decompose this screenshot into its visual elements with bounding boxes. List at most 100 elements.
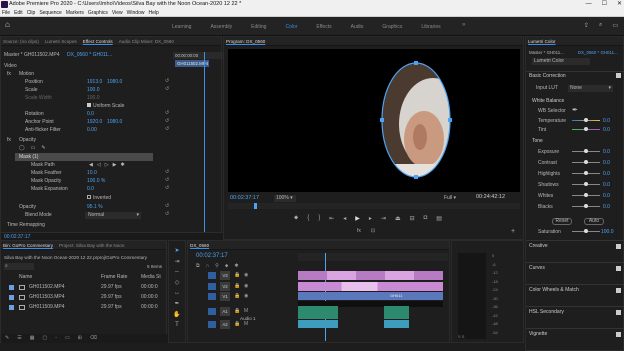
razor-tool-icon[interactable]: ◇ bbox=[175, 279, 180, 286]
rectangle-mask-icon[interactable]: ▭ bbox=[31, 144, 36, 152]
anti-flicker-value[interactable]: 0.00 bbox=[87, 126, 97, 134]
menu-sequence[interactable]: Sequence bbox=[39, 9, 62, 16]
wrench-icon[interactable]: ✱ bbox=[234, 263, 238, 269]
track-back-one-icon[interactable]: ◁ bbox=[97, 161, 101, 169]
workspace-tab-assembly[interactable]: Assembly bbox=[210, 24, 232, 30]
type-tool-icon[interactable]: T bbox=[175, 322, 179, 328]
tone-whites-value[interactable]: 0.0 bbox=[603, 192, 610, 200]
program-timecode[interactable]: 00:02:37:17 bbox=[230, 195, 259, 201]
basic-correction-checkbox[interactable] bbox=[616, 73, 621, 78]
v2-clip[interactable] bbox=[298, 282, 443, 291]
lumetri-section-2[interactable]: Color Wheels & Match bbox=[526, 284, 624, 295]
ripple-edit-tool-icon[interactable]: ⇔ bbox=[174, 269, 180, 275]
col-name[interactable]: Name bbox=[19, 273, 32, 281]
step-back-icon[interactable]: ◂ bbox=[343, 215, 346, 222]
rotation-value[interactable]: 0.0 bbox=[87, 110, 94, 118]
scale-value[interactable]: 100.0 bbox=[87, 86, 100, 94]
workspace-tab-libraries[interactable]: Libraries bbox=[421, 24, 440, 30]
new-item-icon[interactable]: ⊞ bbox=[78, 334, 82, 343]
program-time-ruler[interactable] bbox=[228, 203, 520, 209]
mute-icon[interactable]: M bbox=[244, 307, 248, 316]
share-icon[interactable]: ⇪ bbox=[584, 22, 589, 29]
track-target-button[interactable]: V2 bbox=[220, 282, 230, 291]
more-workspaces-icon[interactable]: » bbox=[462, 22, 465, 28]
col-media-start[interactable]: Media St bbox=[141, 273, 161, 281]
saturation-value[interactable]: 100.0 bbox=[601, 228, 614, 236]
menu-file[interactable]: File bbox=[2, 9, 10, 16]
wrench-icon[interactable]: ✱ bbox=[120, 161, 124, 169]
trash-icon[interactable]: ⌫ bbox=[90, 334, 97, 343]
tone-shadows-slider-handle[interactable] bbox=[584, 182, 588, 186]
project-search-input[interactable]: ⌕ bbox=[4, 263, 34, 270]
tab-audio-clip-mixer[interactable]: Audio Clip Mixer: DX_0560 bbox=[119, 39, 174, 44]
track-source-patch[interactable] bbox=[208, 293, 216, 300]
go-to-in-icon[interactable]: ⇤ bbox=[329, 215, 334, 222]
go-to-out-icon[interactable]: ⇥ bbox=[381, 215, 386, 222]
tint-value[interactable]: 0.0 bbox=[603, 126, 610, 134]
lock-icon[interactable]: 🔒 bbox=[234, 320, 240, 329]
tint-slider-handle[interactable] bbox=[584, 127, 588, 131]
tone-blacks-value[interactable]: 0.0 bbox=[603, 203, 610, 211]
basic-correction-header[interactable]: Basic Correction bbox=[526, 71, 624, 80]
export-frame-icon[interactable]: ◘ bbox=[424, 215, 428, 222]
reset-icon[interactable]: ↺ bbox=[165, 177, 169, 183]
lock-icon[interactable]: 🔒 bbox=[234, 307, 240, 316]
workspace-tab-editing[interactable]: Editing bbox=[251, 24, 266, 30]
a1-clip-1[interactable] bbox=[298, 306, 338, 319]
selection-tool-icon[interactable]: ➤ bbox=[174, 247, 179, 254]
tab-effect-controls[interactable]: Effect Controls bbox=[83, 39, 113, 44]
uniform-scale-checkbox[interactable]: Uniform Scale bbox=[87, 102, 124, 110]
reset-icon[interactable]: ↺ bbox=[165, 110, 169, 116]
menu-help[interactable]: Help bbox=[148, 9, 158, 16]
lumetri-section-checkbox[interactable] bbox=[616, 266, 621, 271]
a1-clip-2[interactable] bbox=[384, 306, 409, 319]
lumetri-section-0[interactable]: Creative bbox=[526, 240, 624, 251]
lumetri-clip-label[interactable]: DX_0560 * GH011... bbox=[578, 49, 618, 57]
track-backward-icon[interactable]: ◀ bbox=[89, 161, 93, 169]
lumetri-section-1[interactable]: Curves bbox=[526, 262, 624, 273]
mute-icon[interactable]: M bbox=[244, 320, 248, 329]
reset-icon[interactable]: ↺ bbox=[165, 86, 169, 92]
tab-lumetri-color[interactable]: Lumetri Color bbox=[528, 39, 556, 44]
time-remapping-label[interactable]: Time Remapping bbox=[7, 221, 45, 229]
tone-contrast-value[interactable]: 0.0 bbox=[603, 159, 610, 167]
slip-tool-icon[interactable]: ↔ bbox=[174, 290, 180, 296]
workspace-tab-color[interactable]: Color bbox=[285, 24, 297, 30]
mask-expansion-value[interactable]: 0.0 bbox=[87, 185, 94, 193]
tone-highlights-value[interactable]: 0.0 bbox=[603, 170, 610, 178]
video-frame[interactable] bbox=[228, 49, 520, 192]
mask-selected-row[interactable]: Mask (1) bbox=[15, 153, 153, 161]
menu-graphics[interactable]: Graphics bbox=[88, 9, 108, 16]
track-forward-one-icon[interactable]: ▷ bbox=[105, 161, 109, 169]
temperature-value[interactable]: 0.0 bbox=[603, 117, 610, 125]
motion-label[interactable]: Motion bbox=[19, 70, 34, 78]
lumetri-section-checkbox[interactable] bbox=[616, 332, 621, 337]
tab-source[interactable]: Source: (no clips) bbox=[3, 39, 39, 44]
lock-icon[interactable]: 🔒 bbox=[234, 282, 240, 291]
lumetri-section-checkbox[interactable] bbox=[616, 288, 621, 293]
add-button-icon[interactable]: + bbox=[511, 228, 515, 235]
tab-project[interactable]: Project: Silva Bay with the Noon bbox=[59, 243, 124, 248]
eye-icon[interactable]: ◉ bbox=[244, 282, 248, 291]
mask-opacity-value[interactable]: 100.0 % bbox=[87, 177, 105, 185]
reset-button[interactable]: Reset bbox=[552, 218, 572, 225]
add-marker-icon[interactable]: ⬥ bbox=[225, 263, 229, 269]
timeline-ruler[interactable] bbox=[298, 253, 448, 261]
reset-icon[interactable]: ↺ bbox=[165, 169, 169, 175]
minimize-button[interactable]: — bbox=[586, 0, 592, 9]
inverted-checkbox[interactable]: Inverted bbox=[87, 194, 111, 202]
position-x-value[interactable]: 1913.0 bbox=[87, 78, 102, 86]
hand-tool-icon[interactable]: ✋ bbox=[173, 311, 180, 318]
timeline-timecode[interactable]: 00:02:37:17 bbox=[196, 253, 228, 259]
maximize-button[interactable]: ☐ bbox=[602, 0, 607, 9]
menu-edit[interactable]: Edit bbox=[14, 9, 23, 16]
program-title[interactable]: Program: DX_0560 bbox=[226, 39, 265, 44]
comparison-view-icon[interactable]: ▤ bbox=[436, 215, 442, 222]
workspace-tab-audio[interactable]: Audio bbox=[351, 24, 364, 30]
auto-button[interactable]: Auto bbox=[584, 218, 604, 225]
opacity-value[interactable]: 95.1 % bbox=[87, 203, 103, 211]
ellipse-mask-icon[interactable]: ◯ bbox=[19, 144, 25, 152]
a2-clip-2[interactable] bbox=[384, 320, 409, 328]
tone-shadows-value[interactable]: 0.0 bbox=[603, 181, 610, 189]
lift-icon[interactable]: ⏏ bbox=[395, 215, 401, 222]
